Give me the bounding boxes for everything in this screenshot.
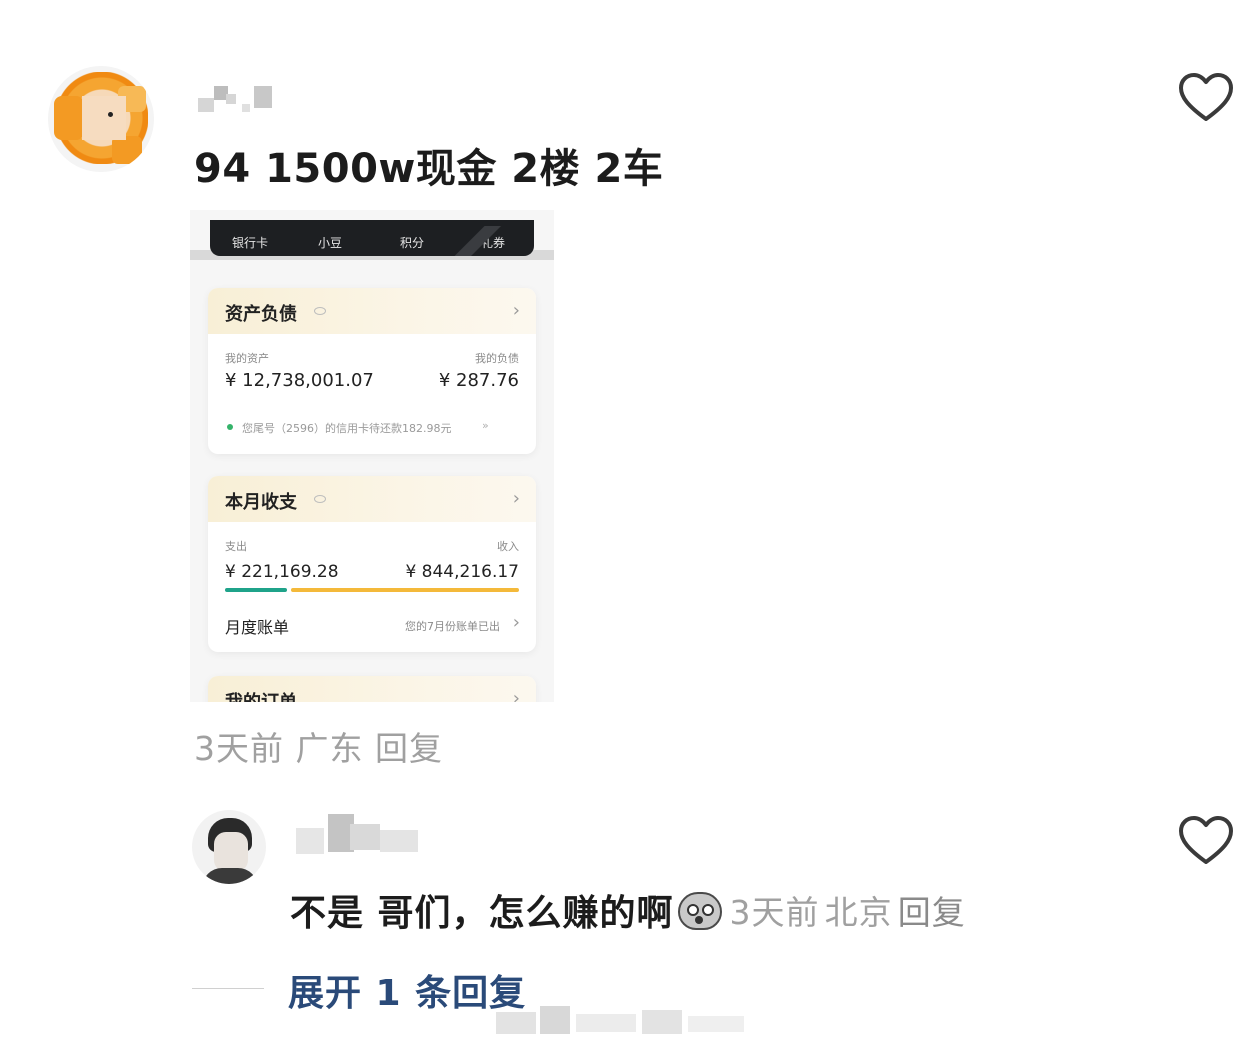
shocked-face-emoji-icon <box>676 888 724 932</box>
my-debt-value: ¥ 287.76 <box>438 370 519 391</box>
monthly-bill-label[interactable]: 月度账单 <box>225 614 289 638</box>
reply-text: 不是 哥们，怎么赚的啊 <box>290 893 674 934</box>
expense-bar <box>225 588 287 592</box>
status-dot <box>227 424 233 430</box>
notice-chevron: » <box>482 419 489 432</box>
expand-replies-link[interactable]: 展开 1 条回复 <box>288 964 526 1016</box>
monthly-card: 本月收支 › 支出 收入 ¥ 221,169.28 ¥ 844,216.17 月… <box>208 476 536 652</box>
income-bar <box>291 588 519 592</box>
orders-card-title: 我的订单 <box>225 688 297 702</box>
chevron-right-icon: › <box>512 688 520 702</box>
heart-icon[interactable] <box>1178 815 1234 867</box>
heart-icon[interactable] <box>1178 72 1234 124</box>
image-tab: 积分 <box>400 236 425 250</box>
monthly-bill-note: 您的7月份账单已出 <box>405 620 500 633</box>
username-blurred[interactable] <box>196 80 282 114</box>
income-label: 收入 <box>497 540 519 553</box>
my-debt-label: 我的负债 <box>475 352 519 365</box>
chevron-right-icon: › <box>512 300 520 321</box>
my-assets-label: 我的资产 <box>225 352 269 365</box>
image-tab: 礼券 <box>481 236 506 250</box>
reply-location: 北京 <box>824 893 893 932</box>
assets-card-title: 资产负债 <box>225 304 297 325</box>
eye-icon <box>314 307 326 315</box>
image-tab: 小豆 <box>318 236 343 250</box>
image-tab-bar: 银行卡 小豆 积分 礼券 <box>210 220 534 256</box>
reply-button[interactable]: 回复 <box>375 722 443 770</box>
expense-value: ¥ 221,169.28 <box>225 562 339 582</box>
income-value: ¥ 844,216.17 <box>405 562 519 582</box>
reply-time: 3天前 <box>729 893 820 932</box>
username-blurred[interactable] <box>292 810 420 858</box>
reply-button[interactable]: 回复 <box>898 893 966 932</box>
divider <box>192 988 264 989</box>
my-assets-value: ¥ 12,738,001.07 <box>225 370 374 391</box>
reply-avatar[interactable] <box>192 810 266 884</box>
eye-icon <box>314 495 326 503</box>
comment-location: 广东 <box>295 729 364 768</box>
commenter-avatar[interactable] <box>48 66 154 172</box>
assets-card: 资产负债 › 我的资产 ¥ 12,738,001.07 我的负债 ¥ 287.7… <box>208 288 536 454</box>
comment-meta: 3天前 广东 回复 <box>194 722 443 770</box>
orders-card: 我的订单 › <box>208 676 536 702</box>
credit-card-notice: 您尾号（2596）的信用卡待还款182.98元 <box>242 422 452 435</box>
watermark-blur <box>496 1002 746 1036</box>
comment-time: 3天前 <box>194 729 284 768</box>
comment-image[interactable]: 银行卡 小豆 积分 礼券 资产负债 › 我的资产 ¥ 12,738,001.07… <box>190 210 554 702</box>
monthly-card-title: 本月收支 <box>225 492 297 513</box>
chevron-right-icon: › <box>512 488 520 509</box>
expense-label: 支出 <box>225 540 247 553</box>
chevron-right-icon: › <box>512 612 520 633</box>
comment-text: 94 1500w现金 2楼 2车 <box>194 146 664 192</box>
reply-line: 不是 哥们，怎么赚的啊 3天前 北京 回复 <box>290 884 966 934</box>
image-tab: 银行卡 <box>232 236 269 250</box>
